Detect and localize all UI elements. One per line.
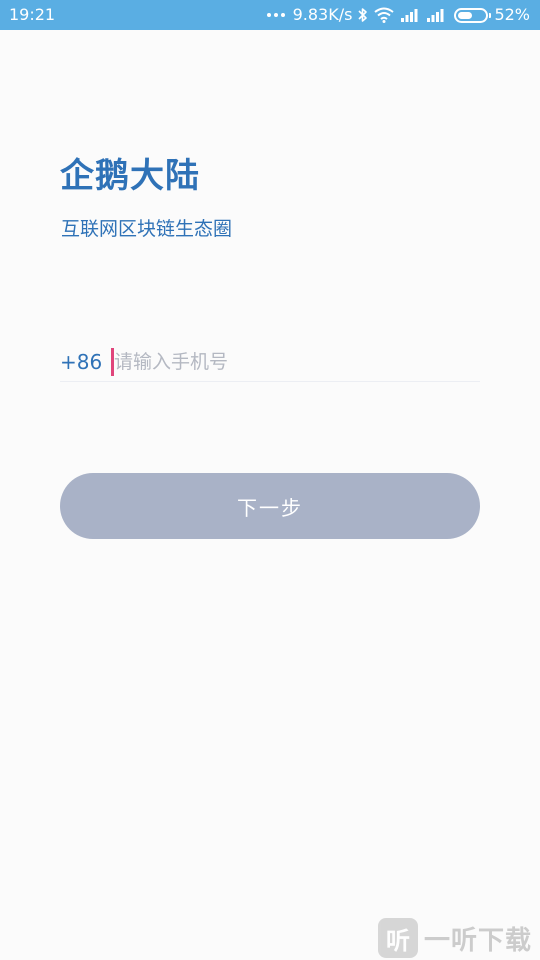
battery-percent: 52% [494, 5, 530, 24]
bluetooth-icon [358, 8, 368, 22]
status-time: 19:21 [9, 5, 56, 24]
dots-icon [266, 13, 285, 17]
wifi-icon [374, 7, 395, 23]
phone-number-input[interactable] [114, 347, 474, 377]
input-underline [60, 381, 480, 382]
watermark-text: 一听下载 [424, 925, 533, 956]
watermark-logo: 听 [378, 918, 418, 958]
phone-input-row: +86 [60, 345, 480, 382]
status-icons: 9.83K/s 52% [266, 0, 530, 30]
next-step-button[interactable]: 下一步 [60, 473, 480, 539]
page-title: 企鹅大陆 [60, 156, 200, 196]
watermark: 听 一听下载 [378, 916, 540, 960]
network-speed: 9.83K/s [292, 5, 353, 24]
page-subtitle: 互联网区块链生态圈 [61, 218, 233, 240]
battery-icon [454, 7, 492, 23]
signal-icon [427, 9, 444, 22]
signal-icon [401, 9, 418, 22]
status-bar: 19:21 9.83K/s 52% [0, 0, 540, 30]
country-code[interactable]: +86 [60, 349, 102, 375]
